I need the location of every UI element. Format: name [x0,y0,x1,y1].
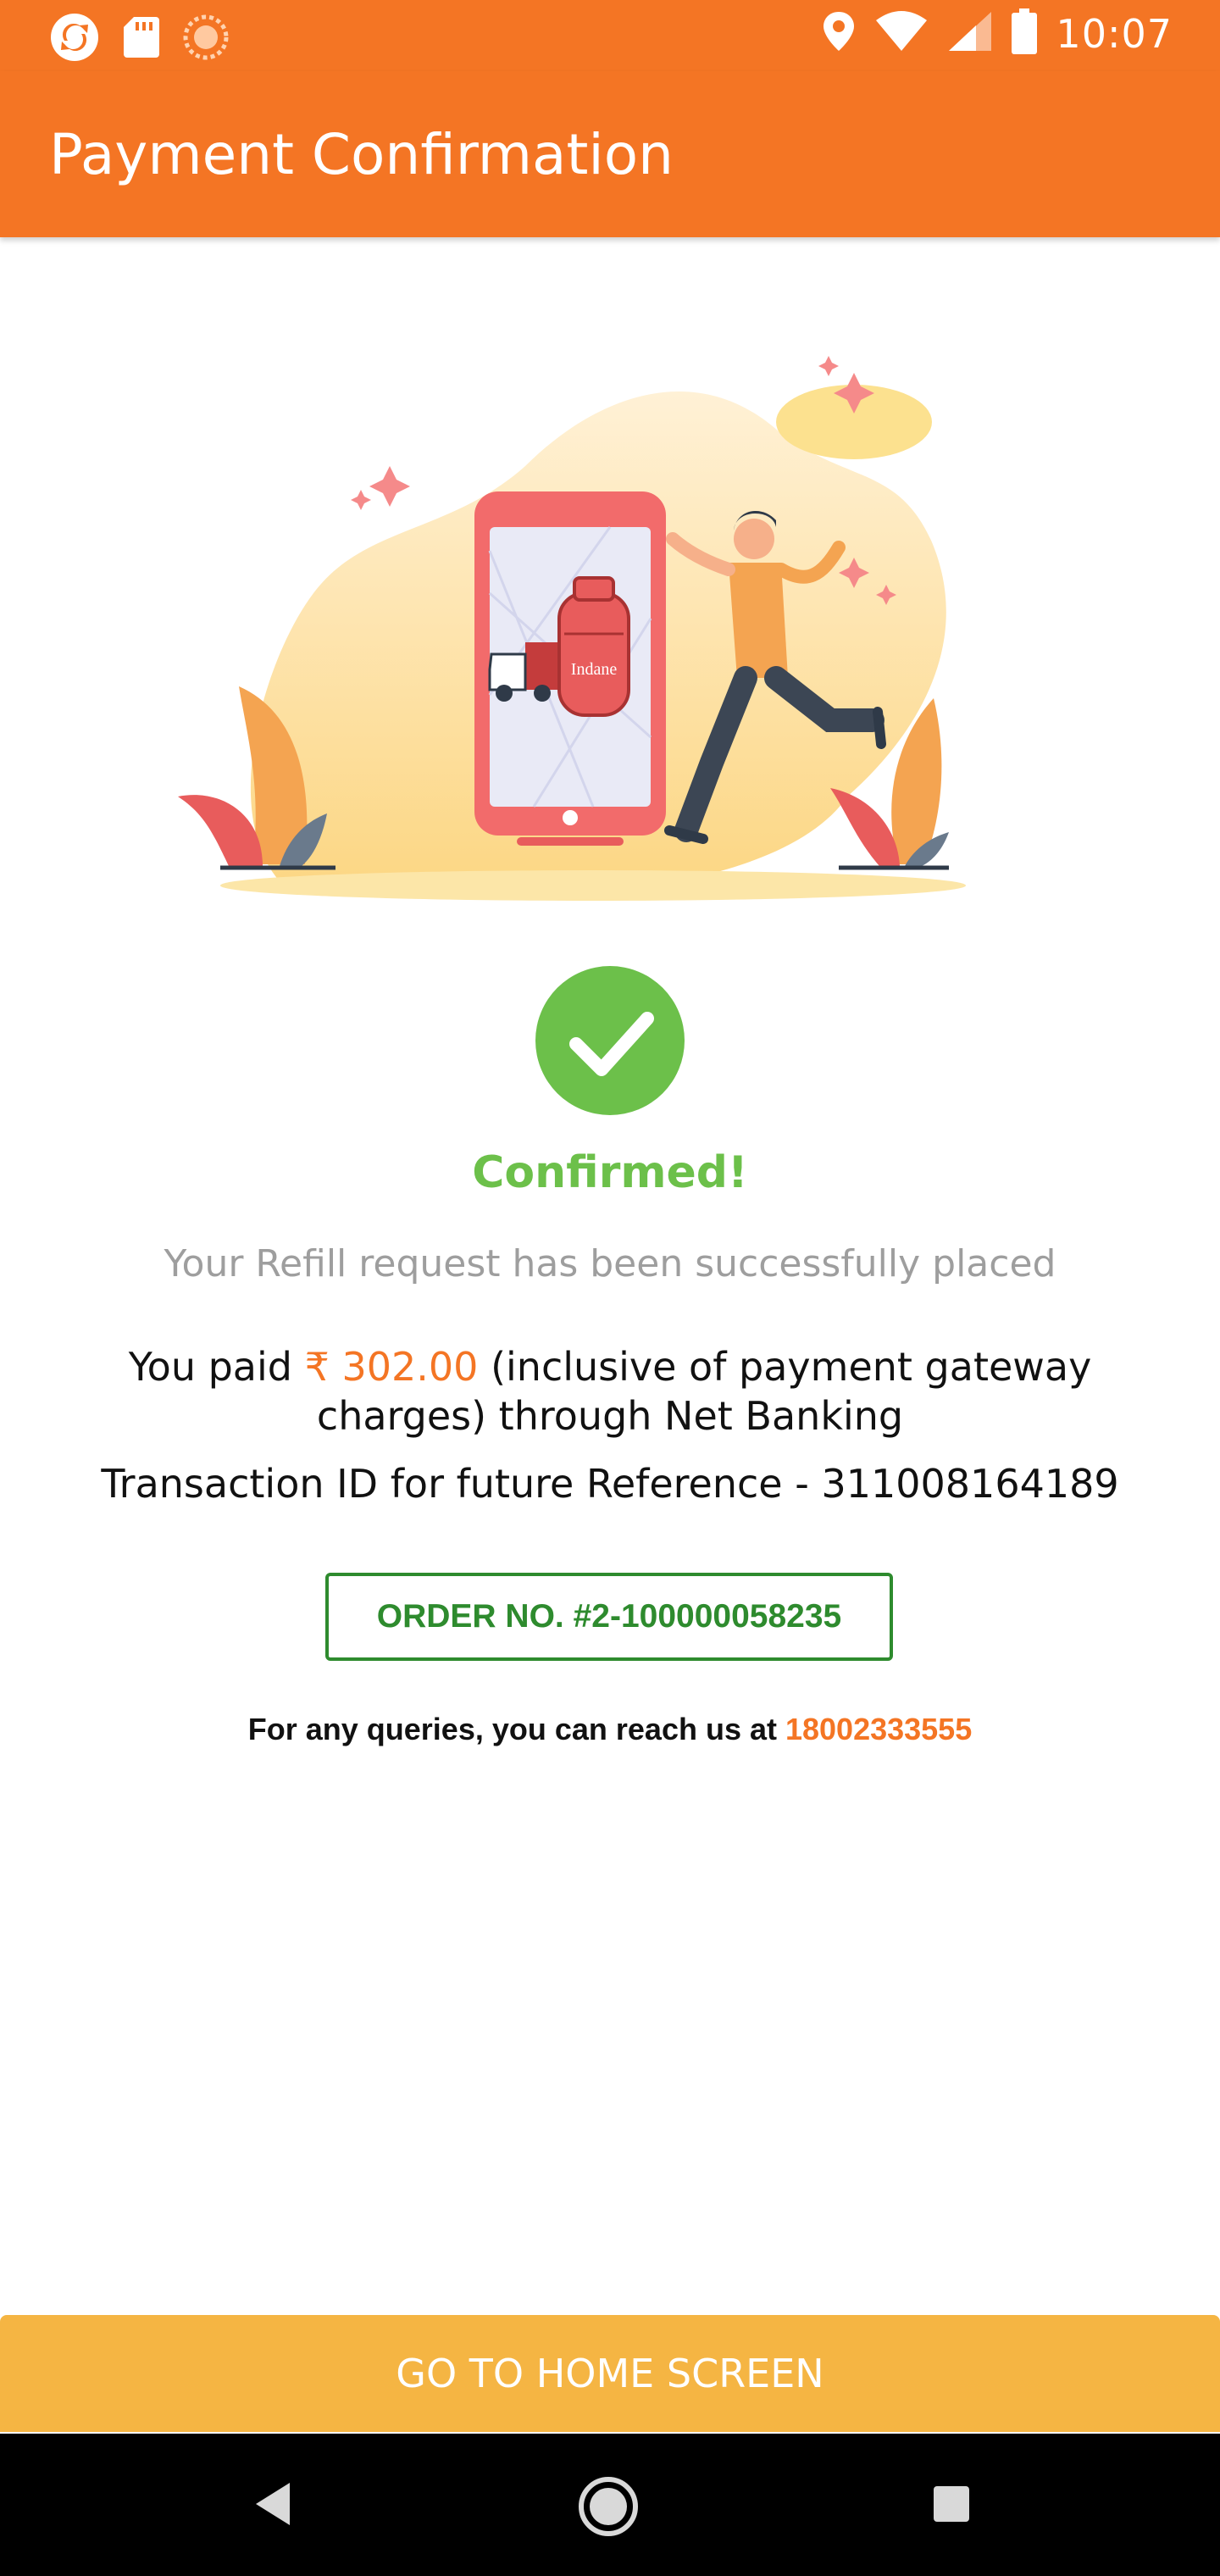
transaction-id: 311008164189 [821,1461,1119,1507]
paid-prefix: You paid [128,1344,292,1390]
page-title: Payment Confirmation [49,122,674,187]
support-phone-link[interactable]: 18002333555 [785,1712,972,1746]
app-sync-icon [49,12,100,67]
recents-icon[interactable] [925,2474,976,2538]
sunflower-icon [183,14,229,64]
success-subtitle: Your Refill request has been successfull… [164,1242,1056,1285]
cylinder-brand-label: Indane [571,660,618,679]
confirmed-heading: Confirmed! [472,1147,748,1198]
transaction-label: Transaction ID for future Reference - [101,1461,822,1507]
location-icon [822,10,856,57]
status-time: 10:07 [1056,10,1173,57]
app-bar: Payment Confirmation [0,71,1220,237]
home-icon[interactable] [576,2474,640,2543]
go-to-home-button[interactable]: GO TO HOME SCREEN [0,2315,1220,2432]
status-bar: 10:07 [0,0,1220,71]
order-number-badge: ORDER NO. #2-100000058235 [325,1573,893,1661]
paid-amount: ₹ 302.00 [304,1344,479,1390]
delivery-illustration: Indane [169,339,1051,915]
signal-icon [947,10,993,57]
wifi-icon [874,10,929,57]
support-contact: For any queries, you can reach us at 180… [0,1712,1220,1747]
queries-label: For any queries, you can reach us at [247,1712,785,1746]
sd-card-icon [122,15,161,64]
check-icon [535,966,685,1115]
system-nav-bar [0,2434,1220,2576]
back-icon[interactable] [247,2474,298,2538]
battery-icon [1012,8,1038,58]
payment-summary: You paid ₹ 302.00 (inclusive of payment … [127,1342,1093,1441]
transaction-reference: Transaction ID for future Reference - 31… [0,1461,1220,1507]
